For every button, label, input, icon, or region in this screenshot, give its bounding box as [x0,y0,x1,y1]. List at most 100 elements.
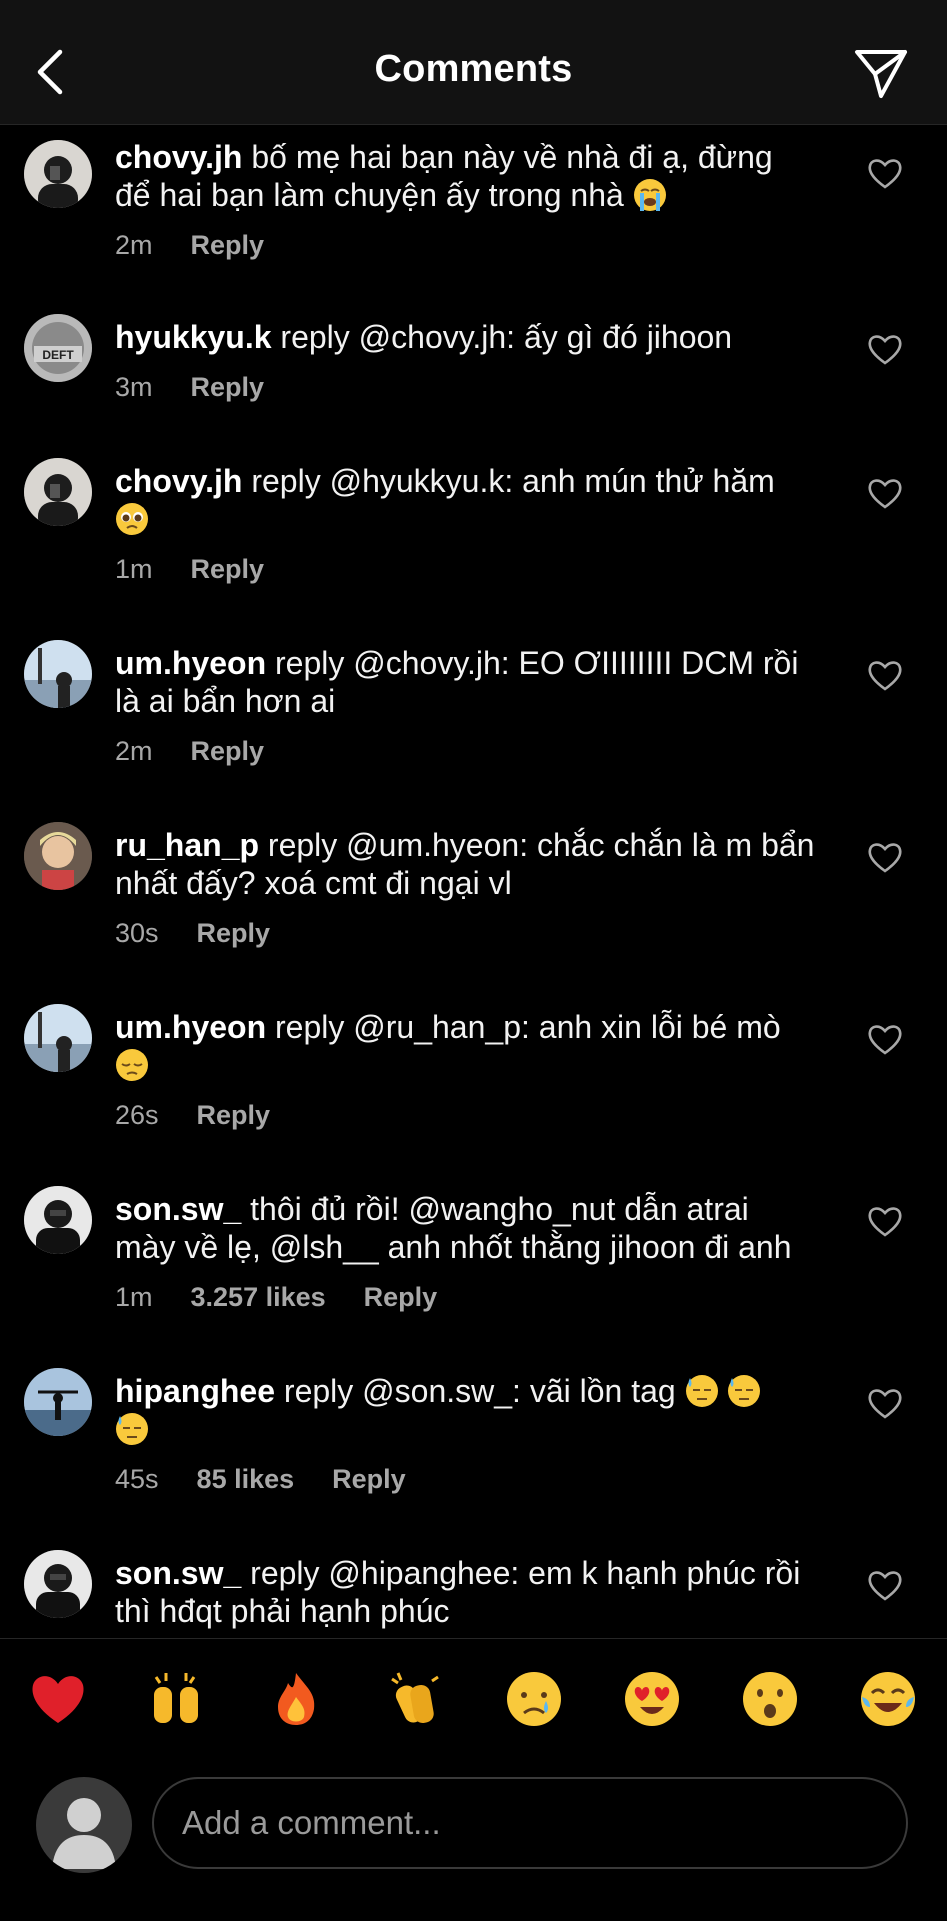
comment-username[interactable]: son.sw_ [115,1191,241,1227]
share-button[interactable] [851,46,911,102]
red-heart-icon [32,1676,84,1723]
comment-time: 30s [115,918,159,948]
crying-face-icon [507,1672,561,1726]
comment-body: um.hyeon reply @chovy.jh: EO ƠIIIIIIII D… [115,644,815,770]
paper-plane-icon [855,50,907,98]
tears-of-joy-face-icon [861,1672,915,1726]
avatar[interactable] [24,1368,92,1436]
heart-icon[interactable] [867,1386,903,1420]
surprised-face-icon [743,1672,797,1726]
comment-time: 2m [115,230,153,260]
clapping-hands-icon [391,1672,439,1724]
comment-username[interactable]: hipanghee [115,1373,275,1409]
downcast-sweat-face-icon [116,1413,148,1445]
reply-button[interactable]: Reply [197,1100,271,1130]
comment-username[interactable]: chovy.jh [115,463,242,499]
tears-of-joy-emoji-button[interactable] [858,1669,918,1729]
comment-username[interactable]: chovy.jh [115,139,242,175]
comment-body: hyukkyu.k reply @chovy.jh: ấy gì đó jiho… [115,318,815,406]
heart-icon[interactable] [867,658,903,692]
heart-icon[interactable] [867,840,903,874]
reply-button[interactable]: Reply [332,1464,406,1494]
comment-meta: 2m Reply [115,230,815,264]
heart-icon[interactable] [867,332,903,366]
user-avatar[interactable] [36,1777,132,1873]
raising-hands-icon [154,1673,198,1723]
quick-reaction-bar [0,1669,947,1735]
comment-meta: 1m 3.257 likes Reply [115,1282,815,1316]
avatar[interactable] [24,822,92,890]
heart-icon[interactable] [867,476,903,510]
comment-username[interactable]: hyukkyu.k [115,319,272,355]
comment-body: ru_han_p reply @um.hyeon: chắc chắn là m… [115,826,815,952]
heart-icon[interactable] [867,1022,903,1056]
loudly-crying-face-icon [633,179,666,211]
reply-button[interactable]: Reply [191,372,265,402]
avatar[interactable] [24,1186,92,1254]
comment-username[interactable]: ru_han_p [115,827,259,863]
avatar[interactable] [24,1550,92,1618]
comment-message: reply @son.sw_: vãi lồn tag [275,1373,676,1409]
comment-text: son.sw_ reply @hipanghee: em k hạnh phúc… [115,1554,815,1630]
comment-time: 26s [115,1100,159,1130]
comment-time: 1m [115,554,153,584]
reply-button[interactable]: Reply [364,1282,438,1312]
comment-body: son.sw_ reply @hipanghee: em k hạnh phúc… [115,1554,815,1630]
comment-text: um.hyeon reply @ru_han_p: anh xin lỗi bé… [115,1008,815,1084]
fire-emoji-button[interactable] [266,1669,326,1729]
avatar[interactable] [24,1004,92,1072]
comment-meta: 45s 85 likes Reply [115,1464,815,1498]
comment-time: 1m [115,1282,153,1312]
heart-icon[interactable] [867,1568,903,1602]
pleading-face-icon [116,503,148,535]
comment-meta: 26s Reply [115,1100,815,1134]
clapping-hands-emoji-button[interactable] [386,1669,446,1729]
comment-text: um.hyeon reply @chovy.jh: EO ƠIIIIIIII D… [115,644,815,720]
comment-text: hyukkyu.k reply @chovy.jh: ấy gì đó jiho… [115,318,815,356]
comment-text: hipanghee reply @son.sw_: vãi lồn tag [115,1372,815,1448]
comments-list[interactable]: chovy.jh bố mẹ hai bạn này về nhà đi ạ, … [0,124,947,1638]
heart-icon[interactable] [867,1204,903,1238]
comment-username[interactable]: son.sw_ [115,1555,241,1591]
svg-text:DEFT: DEFT [42,348,74,362]
comment-composer-bar [0,1638,947,1921]
comment-meta: 1m Reply [115,554,815,588]
reply-button[interactable]: Reply [191,230,265,260]
comment-text: chovy.jh reply @hyukkyu.k: anh mún thử h… [115,462,815,538]
reply-button[interactable]: Reply [197,918,271,948]
red-heart-emoji-button[interactable] [28,1669,88,1729]
avatar[interactable] [24,640,92,708]
avatar[interactable] [24,140,92,208]
reply-button[interactable]: Reply [191,554,265,584]
comment-username[interactable]: um.hyeon [115,1009,266,1045]
downcast-sweat-face-icon [685,1375,718,1407]
avatar[interactable] [24,458,92,526]
comment-message: reply @chovy.jh: ấy gì đó jihoon [271,319,733,355]
comment-time: 45s [115,1464,159,1494]
comment-meta: 3m Reply [115,372,815,406]
heart-eyes-emoji-button[interactable] [622,1669,682,1729]
avatar[interactable]: DEFT [24,314,92,382]
pensive-face-icon [116,1049,148,1081]
comment-username[interactable]: um.hyeon [115,645,266,681]
downcast-sweat-face-icon [728,1375,761,1407]
comment-text: son.sw_ thôi đủ rồi! @wangho_nut dẫn atr… [115,1190,815,1266]
surprised-face-emoji-button[interactable] [740,1669,800,1729]
likes-count[interactable]: 3.257 likes [191,1282,326,1312]
raising-hands-emoji-button[interactable] [146,1669,206,1729]
reply-button[interactable]: Reply [191,736,265,766]
default-avatar-icon [52,1798,116,1869]
comment-message: reply @ru_han_p: anh xin lỗi bé mò [266,1009,781,1045]
crying-face-emoji-button[interactable] [504,1669,564,1729]
header: Comments [0,0,947,125]
comment-meta: 2m Reply [115,736,815,770]
comment-time: 3m [115,372,153,402]
page-title: Comments [374,48,573,90]
likes-count[interactable]: 85 likes [197,1464,295,1494]
comment-text: chovy.jh bố mẹ hai bạn này về nhà đi ạ, … [115,138,815,214]
fire-icon [278,1673,315,1725]
heart-icon[interactable] [867,156,903,190]
comment-input[interactable] [152,1777,908,1869]
comment-body: son.sw_ thôi đủ rồi! @wangho_nut dẫn atr… [115,1190,815,1316]
comment-text: ru_han_p reply @um.hyeon: chắc chắn là m… [115,826,815,902]
